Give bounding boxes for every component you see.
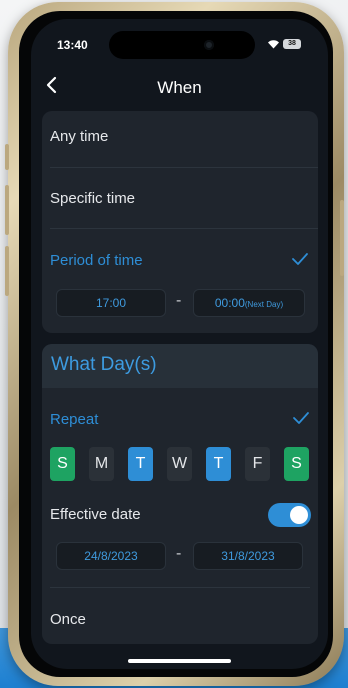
- phone-screen: 13:40 38 When Any time Specific time Per…: [31, 19, 328, 669]
- period-end-field[interactable]: 00:00(Next Day): [193, 289, 305, 317]
- what-days-card: [42, 344, 318, 644]
- wifi-icon: [267, 39, 280, 52]
- effective-start-date[interactable]: 24/8/2023: [56, 542, 166, 570]
- effective-end-date[interactable]: 31/8/2023: [193, 542, 303, 570]
- day-friday[interactable]: F: [245, 447, 270, 481]
- period-end-value: 00:00: [214, 296, 245, 310]
- repeat-label[interactable]: Repeat: [50, 411, 98, 428]
- period-separator: -: [176, 292, 182, 309]
- camera-icon: [204, 40, 214, 50]
- period-end-note: (Next Day): [244, 300, 284, 309]
- checkmark-icon: [291, 250, 309, 271]
- page-title: When: [157, 78, 202, 97]
- option-period-of-time[interactable]: Period of time: [50, 252, 143, 269]
- option-specific-time[interactable]: Specific time: [50, 190, 135, 207]
- power-button: [340, 200, 344, 276]
- checkmark-icon: [292, 409, 310, 430]
- option-any-time[interactable]: Any time: [50, 128, 108, 145]
- option-once[interactable]: Once: [50, 611, 86, 628]
- battery-indicator: 38: [283, 39, 301, 49]
- divider: [50, 587, 310, 588]
- what-days-header: What Day(s): [42, 344, 318, 388]
- divider: [50, 228, 318, 229]
- mute-switch: [5, 144, 9, 170]
- effective-date-toggle[interactable]: [268, 503, 311, 527]
- effective-date-label: Effective date: [50, 506, 141, 523]
- day-tuesday[interactable]: T: [128, 447, 153, 481]
- period-start-field[interactable]: 17:00: [56, 289, 166, 317]
- toggle-knob: [290, 506, 308, 524]
- time-options-card: Any time Specific time Period of time 17…: [42, 111, 318, 333]
- day-monday[interactable]: M: [89, 447, 114, 481]
- day-wednesday[interactable]: W: [167, 447, 192, 481]
- what-days-title: What Day(s): [51, 354, 157, 375]
- dynamic-island: [109, 31, 255, 59]
- volume-down-button: [5, 246, 9, 296]
- day-sunday[interactable]: S: [50, 447, 75, 481]
- status-time: 13:40: [57, 38, 88, 52]
- date-separator: -: [176, 545, 182, 562]
- volume-up-button: [5, 185, 9, 235]
- day-thursday[interactable]: T: [206, 447, 231, 481]
- home-indicator[interactable]: [128, 659, 231, 663]
- day-saturday[interactable]: S: [284, 447, 309, 481]
- divider: [50, 167, 318, 168]
